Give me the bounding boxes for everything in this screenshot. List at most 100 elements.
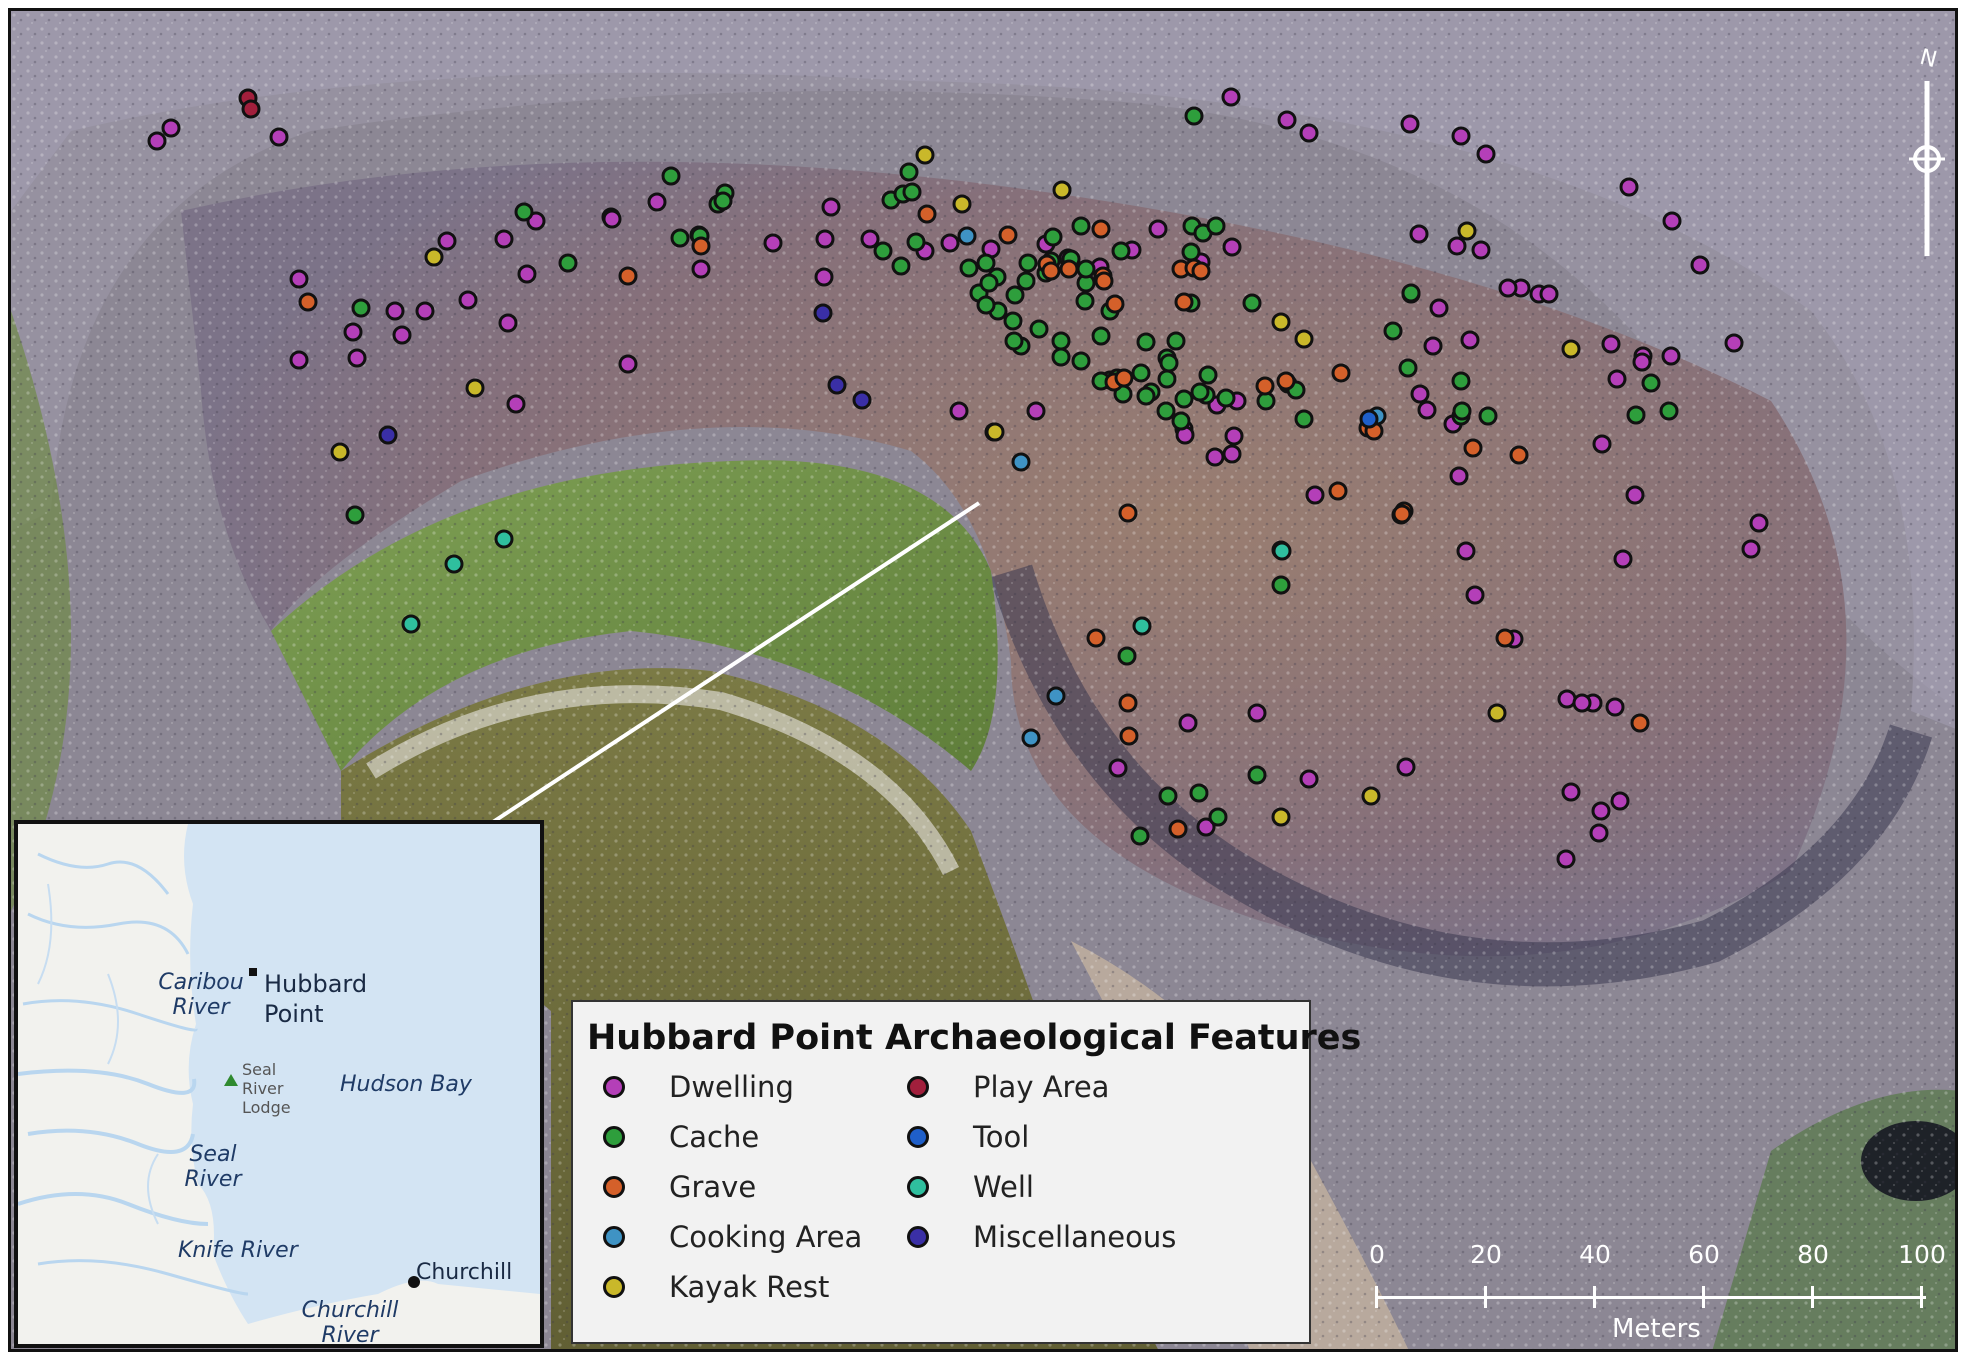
legend-item-play: Play Area <box>907 1068 1109 1106</box>
scale-tick-label: 80 <box>1797 1240 1829 1269</box>
scale-line <box>1376 1296 1926 1299</box>
feature-point-kayak <box>1052 180 1072 200</box>
feature-point-cache <box>873 241 893 261</box>
feature-point-cache <box>1018 253 1038 273</box>
feature-point-cache <box>1401 283 1421 303</box>
feature-point-cache <box>1216 388 1236 408</box>
legend-item-misc: Miscellaneous <box>907 1218 1176 1256</box>
feature-point-dwelling <box>1178 713 1198 733</box>
feature-point-dwelling <box>458 290 478 310</box>
feature-point-cache <box>1166 331 1186 351</box>
legend-item-well: Well <box>907 1168 1034 1206</box>
feature-point-cache <box>1051 331 1071 351</box>
scale-tick-label: 0 <box>1369 1240 1385 1269</box>
legend-item-kayak: Kayak Rest <box>603 1268 829 1306</box>
feature-point-cache <box>899 162 919 182</box>
legend-label-kayak: Kayak Rest <box>669 1270 830 1304</box>
scale-tick <box>1375 1286 1378 1308</box>
feature-point-cache <box>1004 331 1024 351</box>
feature-point-cache <box>1005 285 1025 305</box>
feature-point-well <box>1272 541 1292 561</box>
feature-point-dwelling <box>498 313 518 333</box>
feature-point-dwelling <box>1400 114 1420 134</box>
feature-point-tool <box>1359 409 1379 429</box>
feature-point-cooking <box>1021 728 1041 748</box>
feature-point-cache <box>1029 319 1049 339</box>
legend-label-play: Play Area <box>973 1070 1110 1104</box>
feature-point-dwelling <box>1607 369 1627 389</box>
feature-point-grave <box>998 225 1018 245</box>
feature-point-dwelling <box>1561 782 1581 802</box>
feature-point-kayak <box>1271 312 1291 332</box>
feature-point-grave <box>1255 376 1275 396</box>
feature-point-kayak <box>424 247 444 267</box>
feature-point-dwelling <box>392 325 412 345</box>
feature-point-cache <box>1641 373 1661 393</box>
feature-point-grave <box>691 236 711 256</box>
feature-point-dwelling <box>1221 87 1241 107</box>
feature-point-dwelling <box>1572 693 1592 713</box>
feature-point-grave <box>1118 693 1138 713</box>
feature-point-well <box>1132 616 1152 636</box>
feature-point-grave <box>1094 271 1114 291</box>
label-seal-river-lodge: Seal River Lodge <box>242 1060 291 1117</box>
feature-point-dwelling <box>347 348 367 368</box>
feature-point-cache <box>1076 259 1096 279</box>
feature-point-kayak <box>330 442 350 462</box>
feature-point-cache <box>1626 405 1646 425</box>
feature-point-dwelling <box>1026 401 1046 421</box>
feature-point-cache <box>1451 371 1471 391</box>
feature-point-grave <box>1392 504 1412 524</box>
legend-swatch-kayak <box>603 1276 625 1298</box>
feature-point-cache <box>1206 216 1226 236</box>
label-knife-river: Knife River <box>178 1238 298 1263</box>
feature-point-dwelling <box>1465 585 1485 605</box>
feature-point-well <box>444 554 464 574</box>
feature-point-dwelling <box>1423 336 1443 356</box>
feature-point-dwelling <box>1429 298 1449 318</box>
feature-point-cache <box>1075 291 1095 311</box>
feature-point-kayak <box>1294 329 1314 349</box>
feature-point-dwelling <box>506 394 526 414</box>
feature-point-well <box>494 529 514 549</box>
feature-point-cache <box>976 253 996 273</box>
feature-point-dwelling <box>647 192 667 212</box>
locator-inset-map: Hubbard Point Caribou River Seal River L… <box>14 820 544 1348</box>
feature-point-grave <box>1118 503 1138 523</box>
feature-point-cache <box>1071 351 1091 371</box>
feature-point-misc <box>813 303 833 323</box>
legend-item-grave: Grave <box>603 1168 756 1206</box>
scale-tick-label: 100 <box>1898 1240 1946 1269</box>
feature-point-dwelling <box>1299 769 1319 789</box>
feature-point-dwelling <box>1460 330 1480 350</box>
feature-point-cache <box>670 228 690 248</box>
label-churchill-river: Churchill River <box>301 1298 399 1348</box>
feature-point-cache <box>1136 332 1156 352</box>
feature-point-cache <box>1157 369 1177 389</box>
feature-point-cache <box>514 202 534 222</box>
feature-point-grave <box>1331 363 1351 383</box>
feature-point-grave <box>917 204 937 224</box>
feature-point-dwelling <box>437 231 457 251</box>
feature-point-cache <box>1111 241 1131 261</box>
feature-point-dwelling <box>1449 466 1469 486</box>
feature-point-cache <box>661 166 681 186</box>
feature-point-dwelling <box>1305 485 1325 505</box>
feature-point-cache <box>1271 575 1291 595</box>
feature-point-dwelling <box>1456 541 1476 561</box>
feature-point-grave <box>1091 219 1111 239</box>
feature-point-dwelling <box>1592 434 1612 454</box>
feature-point-dwelling <box>815 229 835 249</box>
feature-point-dwelling <box>1396 757 1416 777</box>
feature-point-dwelling <box>269 127 289 147</box>
feature-point-dwelling <box>494 229 514 249</box>
feature-point-cache <box>1131 363 1151 383</box>
feature-point-dwelling <box>691 259 711 279</box>
legend-swatch-well <box>907 1176 929 1198</box>
feature-point-dwelling <box>1605 697 1625 717</box>
feature-point-dwelling <box>1610 791 1630 811</box>
feature-point-kayak <box>1561 339 1581 359</box>
feature-point-grave <box>1059 259 1079 279</box>
feature-point-dwelling <box>517 264 537 284</box>
feature-point-dwelling <box>1589 823 1609 843</box>
